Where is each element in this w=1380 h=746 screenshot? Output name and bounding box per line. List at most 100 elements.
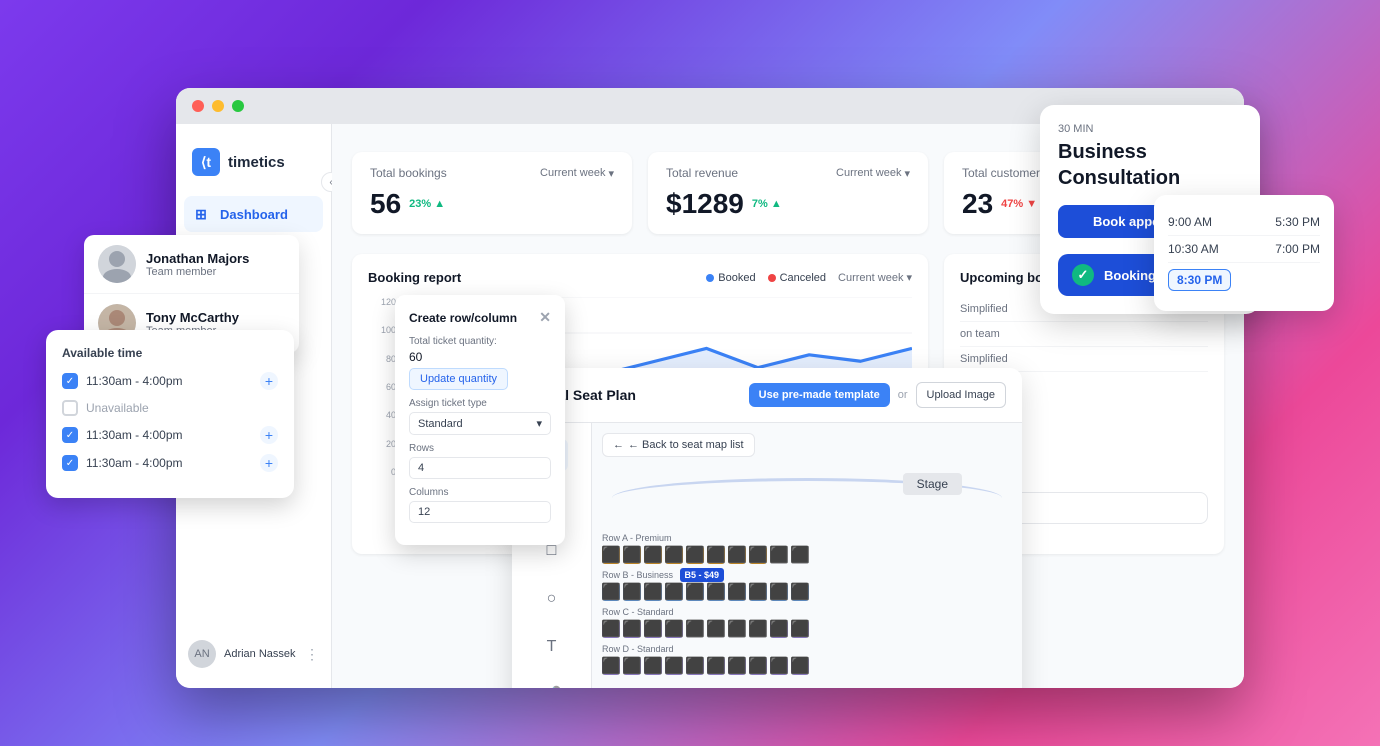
seat[interactable]: ⬛: [602, 546, 620, 564]
seat[interactable]: ⬛: [728, 657, 746, 675]
seat[interactable]: ⬛: [644, 583, 662, 601]
time-slot-1a[interactable]: 9:00 AM: [1168, 215, 1212, 229]
seat[interactable]: ⬛: [644, 657, 662, 675]
seat[interactable]: ⬛: [602, 657, 620, 675]
sidebar-user[interactable]: AN Adrian Nassek ⋮: [176, 632, 331, 676]
back-to-seat-map-button[interactable]: ← ← Back to seat map list: [602, 433, 755, 457]
seat[interactable]: ⬛: [728, 583, 746, 601]
minimize-traffic-light[interactable]: [212, 100, 224, 112]
seat[interactable]: ⬛: [728, 620, 746, 638]
seat[interactable]: ⬛: [665, 657, 683, 675]
close-traffic-light[interactable]: [192, 100, 204, 112]
seat[interactable]: ⬛: [749, 657, 767, 675]
seat[interactable]: ⬛: [728, 546, 746, 564]
avail-checkbox-1[interactable]: ✓: [62, 373, 78, 389]
seat[interactable]: ⬛: [770, 583, 788, 601]
stage-label: Stage: [903, 473, 962, 495]
seat[interactable]: ⬛: [602, 583, 620, 601]
stat-card-bookings: Total bookings Current week ▾ 56 23% ▲: [352, 152, 632, 234]
stat-label-bookings: Total bookings: [370, 166, 447, 180]
user-options-icon[interactable]: ⋮: [305, 646, 319, 663]
legend-canceled: Canceled: [768, 272, 826, 284]
seat[interactable]: ⬛: [644, 620, 662, 638]
avail-add-1[interactable]: +: [260, 372, 278, 390]
time-slot-2a[interactable]: 10:30 AM: [1168, 242, 1219, 256]
seat[interactable]: ⬛: [707, 546, 725, 564]
seat[interactable]: ⬛: [623, 546, 641, 564]
avail-checkbox-4[interactable]: ✓: [62, 455, 78, 471]
timeslots-card: 9:00 AM 5:30 PM 10:30 AM 7:00 PM 8:30 PM: [1154, 195, 1334, 311]
popup-rows-input[interactable]: 4: [409, 457, 551, 479]
time-slot-3-selected[interactable]: 8:30 PM: [1168, 269, 1231, 291]
row-a-seats: ⬛ ⬛ ⬛ ⬛ ⬛ ⬛ ⬛ ⬛ ⬛ ⬛: [602, 546, 1012, 564]
user-avatar: AN: [188, 640, 216, 668]
member-avatar-jonathan: [98, 245, 136, 283]
popup-label-qty: Total ticket quantity:: [409, 336, 551, 347]
seat[interactable]: ⬛: [791, 583, 809, 601]
avail-title: Available time: [62, 346, 278, 360]
member-name-tony: Tony McCarthy: [146, 310, 239, 325]
time-row-2: 10:30 AM 7:00 PM: [1168, 236, 1320, 263]
seat[interactable]: ⬛: [791, 657, 809, 675]
update-quantity-button[interactable]: Update quantity: [409, 368, 508, 390]
maximize-traffic-light[interactable]: [232, 100, 244, 112]
seat[interactable]: ⬛: [686, 583, 704, 601]
seat[interactable]: ⬛: [623, 583, 641, 601]
upload-button[interactable]: Upload Image: [916, 382, 1007, 408]
seat[interactable]: ⬛: [665, 546, 683, 564]
time-slot-2b[interactable]: 7:00 PM: [1275, 242, 1320, 256]
seat[interactable]: ⬛: [623, 620, 641, 638]
seat[interactable]: ⬛: [749, 620, 767, 638]
seat[interactable]: ⬛: [770, 620, 788, 638]
stat-period-revenue[interactable]: Current week ▾: [836, 167, 910, 180]
member-item-jonathan[interactable]: Jonathan Majors Team member: [84, 235, 299, 294]
seat[interactable]: ⬛: [749, 546, 767, 564]
stat-change-revenue: 7% ▲: [752, 198, 782, 210]
seat[interactable]: ⬛: [707, 583, 725, 601]
member-info-jonathan: Jonathan Majors Team member: [146, 251, 249, 278]
seat[interactable]: ⬛: [707, 657, 725, 675]
stat-value-bookings: 56 23% ▲: [370, 188, 614, 220]
seat[interactable]: ⬛: [602, 620, 620, 638]
seat-tool-circle[interactable]: ○: [536, 583, 568, 615]
avail-checkbox-3[interactable]: ✓: [62, 427, 78, 443]
booking-service: Business Consultation: [1058, 139, 1242, 191]
seat[interactable]: ⬛: [686, 546, 704, 564]
stat-period-bookings[interactable]: Current week ▾: [540, 167, 614, 180]
row-c-seats: ⬛ ⬛ ⬛ ⬛ ⬛ ⬛ ⬛ ⬛ ⬛ ⬛: [602, 620, 1012, 638]
seat[interactable]: ⬛: [623, 657, 641, 675]
y-axis-labels: 120 100 80 60 40 20 0: [368, 297, 396, 477]
seat[interactable]: ⬛: [770, 657, 788, 675]
popup-columns-input[interactable]: 12: [409, 501, 551, 523]
seat[interactable]: ⬛: [770, 546, 788, 564]
seat[interactable]: ⬛: [791, 546, 809, 564]
row-c-label: Row C - Standard: [602, 607, 1012, 617]
time-slot-1b[interactable]: 5:30 PM: [1275, 215, 1320, 229]
seat[interactable]: ⬛: [707, 620, 725, 638]
ticket-type-select[interactable]: Standard ▾: [409, 412, 551, 435]
chart-period[interactable]: Current week ▾: [838, 271, 912, 284]
seat[interactable]: ⬛: [791, 620, 809, 638]
member-role-jonathan: Team member: [146, 266, 249, 278]
create-row-popup: Create row/column ✕ Total ticket quantit…: [395, 295, 565, 545]
seat[interactable]: ⬛: [665, 583, 683, 601]
avail-add-4[interactable]: +: [260, 454, 278, 472]
avail-checkbox-2[interactable]: [62, 400, 78, 416]
avail-row-3: ✓ 11:30am - 4:00pm +: [62, 426, 278, 444]
popup-title: Create row/column ✕: [409, 309, 551, 326]
seat[interactable]: ⬛: [665, 620, 683, 638]
seat[interactable]: ⬛: [686, 620, 704, 638]
seat[interactable]: ⬛: [686, 657, 704, 675]
avail-time-2: Unavailable: [86, 401, 278, 415]
seat-tool-mic[interactable]: 🎤: [536, 679, 568, 688]
time-row-3: 8:30 PM: [1168, 263, 1320, 297]
seat[interactable]: ⬛: [644, 546, 662, 564]
seat-row-a: Row A - Premium ⬛ ⬛ ⬛ ⬛ ⬛ ⬛ ⬛ ⬛ ⬛ ⬛: [602, 533, 1012, 564]
seat[interactable]: ⬛: [749, 583, 767, 601]
avail-add-3[interactable]: +: [260, 426, 278, 444]
template-button[interactable]: Use pre-made template: [749, 383, 890, 407]
seat-tool-text[interactable]: T: [536, 631, 568, 663]
sidebar-item-dashboard[interactable]: ⊞ Dashboard: [184, 196, 323, 232]
booking-report-title: Booking report: [368, 270, 461, 285]
popup-close-icon[interactable]: ✕: [539, 309, 551, 326]
